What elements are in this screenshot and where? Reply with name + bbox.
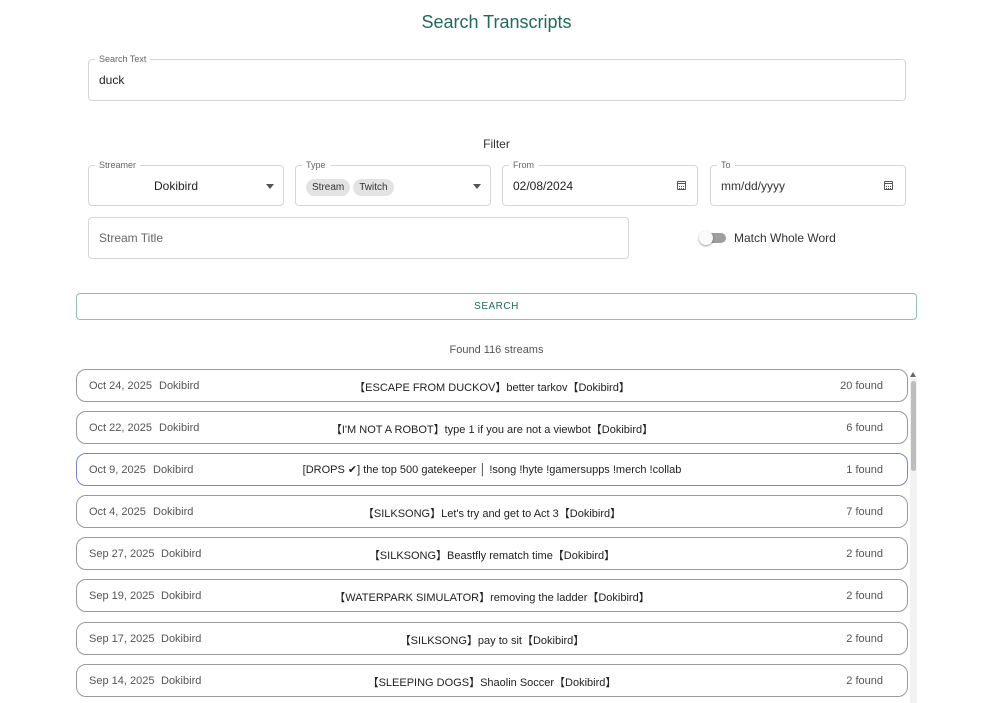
from-label: From — [509, 159, 538, 171]
result-title: 【SLEEPING DOGS】Shaolin Soccer【Dokibird】 — [367, 677, 617, 689]
streamer-value: Dokibird — [153, 179, 198, 193]
filter-heading: Filter — [483, 137, 510, 151]
calendar-icon[interactable] — [677, 181, 686, 190]
search-text-label: Search Text — [95, 53, 151, 65]
result-count: 7 found — [846, 506, 883, 518]
result-title: 【I'M NOT A ROBOT】type 1 if you are not a… — [330, 424, 654, 436]
result-count: 1 found — [846, 464, 883, 476]
chevron-down-icon[interactable] — [266, 184, 274, 189]
stream-title-placeholder[interactable]: Stream Title — [99, 231, 163, 245]
result-count: 2 found — [846, 548, 883, 560]
type-select[interactable]: Type Stream Twitch — [295, 159, 491, 206]
result-count: 20 found — [840, 380, 883, 392]
to-date-field[interactable]: To mm/dd/yyyy — [710, 159, 906, 206]
result-row[interactable]: Sep 19, 2025 Dokibird 【WATERPARK SIMULAT… — [76, 579, 908, 612]
page-title: Search Transcripts — [421, 12, 572, 32]
result-count: 2 found — [846, 675, 883, 687]
streamer-select[interactable]: Streamer Dokibird — [88, 159, 284, 206]
result-title: 【SILKSONG】pay to sit【Dokibird】 — [399, 635, 585, 647]
result-title: [DROPS ✔] the top 500 gatekeeper │ !song… — [302, 464, 682, 476]
scroll-up-icon[interactable] — [910, 372, 916, 377]
results-list: Oct 24, 2025 Dokibird 【ESCAPE FROM DUCKO… — [76, 369, 909, 703]
search-text-field[interactable]: Search Text duck — [88, 53, 906, 101]
type-chip-stream[interactable]: Stream — [306, 179, 351, 196]
result-row[interactable]: Oct 24, 2025 Dokibird 【ESCAPE FROM DUCKO… — [76, 369, 908, 402]
result-row[interactable]: Sep 17, 2025 Dokibird 【SILKSONG】pay to s… — [76, 622, 908, 655]
result-title: 【ESCAPE FROM DUCKOV】better tarkov【Dokibi… — [354, 382, 630, 394]
calendar-icon[interactable] — [884, 181, 893, 190]
match-whole-word-toggle[interactable] — [699, 231, 713, 245]
result-title: 【SILKSONG】Let's try and get to Act 3【Dok… — [362, 508, 622, 520]
to-label: To — [717, 159, 735, 171]
streamer-label: Streamer — [95, 159, 141, 171]
match-whole-word-label: Match Whole Word — [734, 231, 836, 245]
result-row[interactable]: Sep 14, 2025 Dokibird 【SLEEPING DOGS】Sha… — [76, 664, 908, 697]
result-count: 6 found — [846, 422, 883, 434]
results-count: Found 116 streams — [449, 344, 544, 356]
from-date-field[interactable]: From 02/08/2024 — [502, 159, 698, 206]
search-text-value[interactable]: duck — [99, 73, 124, 87]
result-row[interactable]: Oct 4, 2025 Dokibird 【SILKSONG】Let's try… — [76, 495, 908, 528]
result-count: 2 found — [846, 590, 883, 602]
search-button[interactable]: SEARCH — [76, 293, 917, 320]
to-date-value[interactable]: mm/dd/yyyy — [721, 179, 785, 193]
from-date-value[interactable]: 02/08/2024 — [513, 179, 573, 193]
scrollbar-thumb[interactable] — [911, 381, 916, 471]
result-count: 2 found — [846, 633, 883, 645]
result-row[interactable]: Oct 9, 2025 Dokibird [DROPS ✔] the top 5… — [76, 453, 908, 486]
result-row[interactable]: Sep 27, 2025 Dokibird 【SILKSONG】Beastfly… — [76, 537, 908, 570]
type-chip-twitch[interactable]: Twitch — [353, 179, 394, 196]
type-label: Type — [302, 159, 330, 171]
result-title: 【WATERPARK SIMULATOR】removing the ladder… — [334, 592, 650, 604]
chevron-down-icon[interactable] — [473, 184, 481, 189]
stream-title-field[interactable]: Stream Title — [88, 217, 629, 259]
result-title: 【SILKSONG】Beastfly rematch time【Dokibird… — [368, 550, 616, 562]
result-row[interactable]: Oct 22, 2025 Dokibird 【I'M NOT A ROBOT】t… — [76, 411, 908, 444]
